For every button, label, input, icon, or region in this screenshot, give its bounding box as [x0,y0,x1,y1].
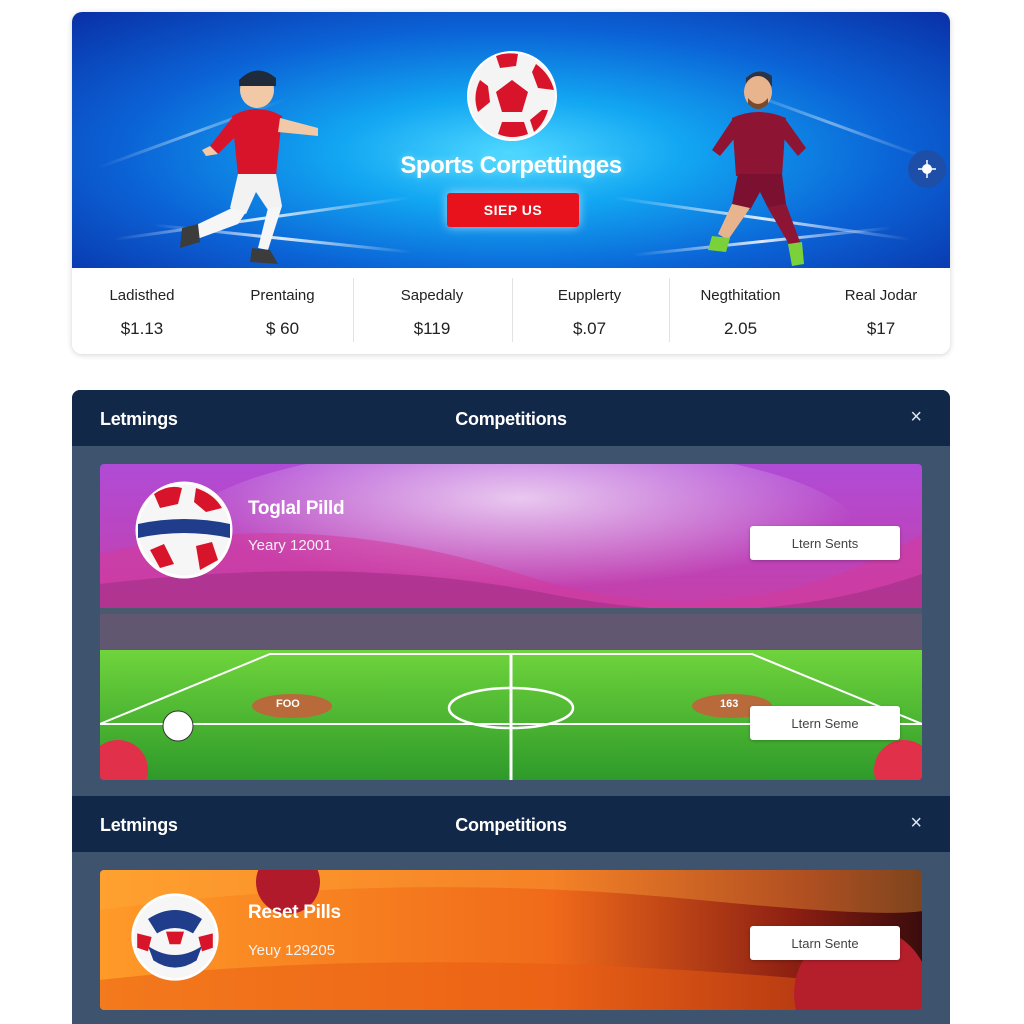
stat-value: $119 [413,319,451,338]
sparkle-icon[interactable] [908,150,946,188]
stats-strip: Ladisthed $1.13 Prentaing $ 60 Sapedaly … [72,268,950,354]
tab-letmings[interactable]: Letmings [100,409,178,430]
divider [512,278,513,342]
stat-item: Negthitation 2.05 [668,268,813,354]
panel-header: Letmings Competitions × [72,390,950,446]
stat-label: Eupplerty [557,287,622,304]
stat-label: Prentaing [250,287,315,304]
competition-card[interactable]: Toglal Pilld Yeary 12001 FOO 163 Ltern S… [100,464,922,780]
stat-value: 2.05 [723,319,758,338]
competition-card[interactable]: Reset Pills Yeuy 129205 Ltarn Sente [100,870,922,1010]
field-marker-left: FOO [276,698,300,710]
stat-label: Sapedaly [400,287,464,304]
tab-letmings[interactable]: Letmings [100,815,178,836]
stat-item: Prentaing $ 60 [212,268,353,354]
competition-subtitle: Yeary 12001 [248,537,332,554]
competition-subtitle: Yeuy 129205 [248,942,336,959]
hero-banner: Sports Corpettinges SIEP US [72,12,950,268]
stat-label: Negthitation [700,287,781,304]
stat-item: Sapedaly $119 [353,268,511,354]
close-icon[interactable]: × [910,407,922,427]
stat-value: $1.13 [120,319,164,338]
learn-more-button[interactable]: Ltern Sents [750,526,900,560]
player-right-figure [708,71,806,266]
divider [353,278,354,342]
competitions-panel-2: Letmings Competitions × Reset Pills Yeuy… [72,796,950,1024]
learn-more-button[interactable]: Ltarn Sente [750,926,900,960]
stat-item: Eupplerty $.07 [511,268,668,354]
sign-up-button[interactable]: SIEP US [447,193,579,227]
stat-item: Real Jodar $17 [813,268,949,354]
close-icon[interactable]: × [910,813,922,833]
field-marker-right: 163 [720,698,739,710]
stat-label: Real Jodar [844,287,918,304]
panel-title: Competitions [455,815,567,835]
panel-title: Competitions [455,409,567,429]
soccer-ball-icon [467,51,557,141]
stat-value: $ 60 [265,319,300,338]
stat-value: $17 [866,319,896,338]
competition-title: Reset Pills [248,902,341,923]
learn-more-button-secondary[interactable]: Ltern Seme [750,706,900,740]
competition-title: Toglal Pilld [248,498,345,519]
stat-label: Ladisthed [109,287,175,304]
soccer-ball-icon [131,893,219,981]
stat-value: $.07 [572,319,607,338]
featured-card: Sports Corpettinges SIEP US Ladisthed $1… [72,12,950,354]
divider [669,278,670,342]
competitions-panel: Letmings Competitions × Toglal Pilld Yea… [72,390,950,796]
stat-item: Ladisthed $1.13 [72,268,212,354]
panel-header: Letmings Competitions × [72,796,950,852]
soccer-ball-icon [135,481,233,579]
